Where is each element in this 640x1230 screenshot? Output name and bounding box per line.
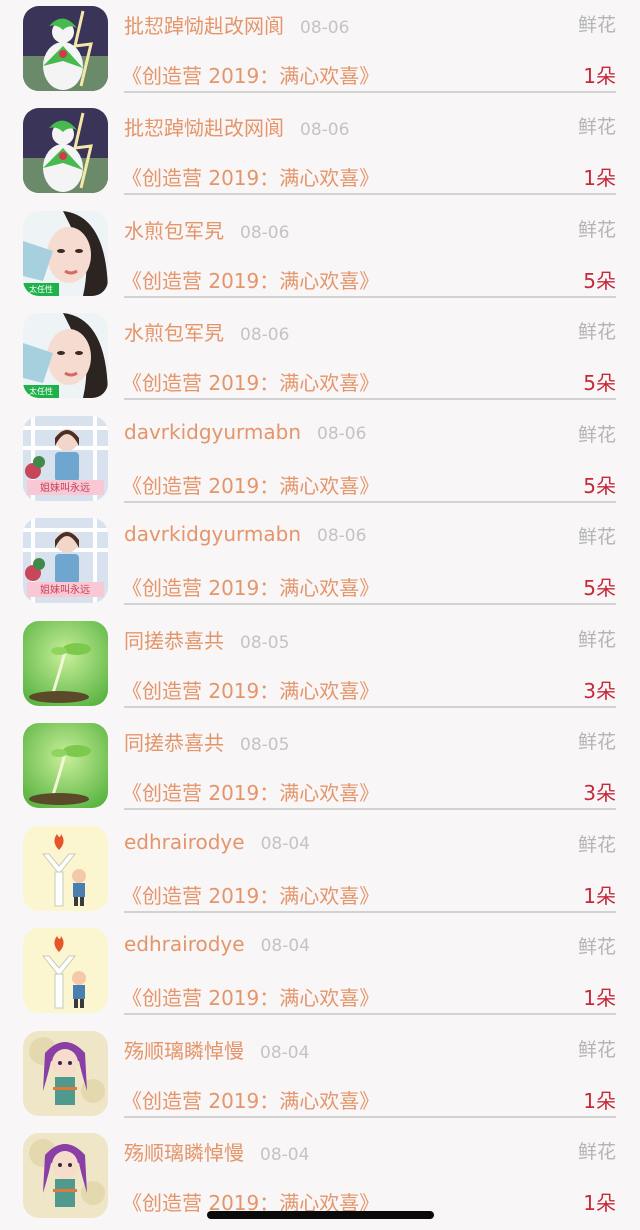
record-date: 08-06 xyxy=(317,424,367,444)
user-name[interactable]: davrkidgyurmabn 08-06 xyxy=(124,522,366,546)
gift-record-row[interactable]: 同搓恭喜共 08-05 鲜花 《创造营 2019：满心欢喜》 3朵 xyxy=(0,615,640,718)
record-date: 08-04 xyxy=(260,1043,310,1063)
gift-record-row[interactable]: 批恝踔恸赳改网阆 08-06 鲜花 《创造营 2019：满心欢喜》 1朵 xyxy=(0,102,640,205)
gift-count: 5朵 xyxy=(583,576,616,600)
girl-fence-avatar[interactable]: 姐妹叫永远 xyxy=(23,518,108,603)
gift-type-label: 鲜花 xyxy=(577,526,616,548)
program-title[interactable]: 《创造营 2019：满心欢喜》 xyxy=(122,777,379,806)
user-name[interactable]: 水煎包军旯 08-06 xyxy=(124,317,289,346)
row-divider xyxy=(124,1116,616,1118)
gift-type-label: 鲜花 xyxy=(577,219,616,241)
gift-record-row[interactable]: edhrairodye 08-04 鲜花 《创造营 2019：满心欢喜》 1朵 xyxy=(0,820,640,923)
record-date: 08-05 xyxy=(240,633,290,653)
row-divider xyxy=(124,193,616,195)
user-name[interactable]: 同搓恭喜共 08-05 xyxy=(124,625,289,654)
record-date: 08-04 xyxy=(260,1145,310,1165)
girl-selfie-avatar[interactable]: 太任性 xyxy=(23,211,108,296)
avatar-caption: 太任性 xyxy=(29,386,53,396)
user-name[interactable]: edhrairodye 08-04 xyxy=(124,932,310,956)
row-divider xyxy=(124,911,616,913)
girl-fence-avatar[interactable]: 姐妹叫永远 xyxy=(23,416,108,501)
gift-record-row[interactable]: 批恝踔恸赳改网阆 08-06 鲜花 《创造营 2019：满心欢喜》 1朵 xyxy=(0,0,640,103)
gift-type-label: 鲜花 xyxy=(577,629,616,651)
record-date: 08-04 xyxy=(260,936,310,956)
gift-type-label: 鲜花 xyxy=(577,116,616,138)
purple-hair-girl-avatar[interactable] xyxy=(23,1031,108,1116)
gift-type-label: 鲜花 xyxy=(577,731,616,753)
gift-record-row[interactable]: edhrairodye 08-04 鲜花 《创造营 2019：满心欢喜》 1朵 xyxy=(0,922,640,1025)
avatar-caption: 姐妹叫永远 xyxy=(40,583,90,596)
record-date: 08-04 xyxy=(260,834,310,854)
gift-type-label: 鲜花 xyxy=(577,1039,616,1061)
user-name[interactable]: 水煎包军旯 08-06 xyxy=(124,215,289,244)
record-date: 08-06 xyxy=(300,120,350,140)
gift-count: 1朵 xyxy=(583,1191,616,1215)
gift-count: 1朵 xyxy=(583,1089,616,1113)
record-date: 08-06 xyxy=(240,325,290,345)
record-date: 08-06 xyxy=(300,18,350,38)
gift-type-label: 鲜花 xyxy=(577,834,616,856)
gift-type-label: 鲜花 xyxy=(577,321,616,343)
girl-selfie-avatar[interactable]: 太任性 xyxy=(23,313,108,398)
sprout-avatar[interactable] xyxy=(23,723,108,808)
row-divider xyxy=(124,296,616,298)
gift-count: 3朵 xyxy=(583,781,616,805)
gift-count: 1朵 xyxy=(583,884,616,908)
torch-boy-avatar[interactable] xyxy=(23,826,108,911)
program-title[interactable]: 《创造营 2019：满心欢喜》 xyxy=(122,675,379,704)
row-divider xyxy=(124,706,616,708)
gift-record-row[interactable]: 姐妹叫永远 davrkidgyurmabn 08-06 鲜花 《创造营 2019：… xyxy=(0,410,640,513)
record-date: 08-06 xyxy=(317,526,367,546)
program-title[interactable]: 《创造营 2019：满心欢喜》 xyxy=(122,880,379,909)
gift-record-row[interactable]: 同搓恭喜共 08-05 鲜花 《创造营 2019：满心欢喜》 3朵 xyxy=(0,717,640,820)
program-title[interactable]: 《创造营 2019：满心欢喜》 xyxy=(122,572,379,601)
gift-type-label: 鲜花 xyxy=(577,936,616,958)
user-name[interactable]: 批恝踔恸赳改网阆 08-06 xyxy=(124,112,349,141)
program-title[interactable]: 《创造营 2019：满心欢喜》 xyxy=(122,265,379,294)
record-date: 08-06 xyxy=(240,223,290,243)
gift-type-label: 鲜花 xyxy=(577,424,616,446)
gift-type-label: 鲜花 xyxy=(577,14,616,36)
row-divider xyxy=(124,1013,616,1015)
program-title[interactable]: 《创造营 2019：满心欢喜》 xyxy=(122,982,379,1011)
gift-count: 1朵 xyxy=(583,64,616,88)
row-divider xyxy=(124,91,616,93)
gift-count: 5朵 xyxy=(583,371,616,395)
gift-record-row[interactable]: 殇顺璃瞵悼慢 08-04 鲜花 《创造营 2019：满心欢喜》 1朵 xyxy=(0,1025,640,1128)
program-title[interactable]: 《创造营 2019：满心欢喜》 xyxy=(122,162,379,191)
sprout-avatar[interactable] xyxy=(23,621,108,706)
gift-record-row[interactable]: 太任性 水煎包军旯 08-06 鲜花 《创造营 2019：满心欢喜》 5朵 xyxy=(0,205,640,308)
avatar-caption: 姐妹叫永远 xyxy=(40,481,90,494)
user-name[interactable]: 批恝踔恸赳改网阆 08-06 xyxy=(124,10,349,39)
program-title[interactable]: 《创造营 2019：满心欢喜》 xyxy=(122,60,379,89)
torch-boy-avatar[interactable] xyxy=(23,928,108,1013)
record-date: 08-05 xyxy=(240,735,290,755)
program-title[interactable]: 《创造营 2019：满心欢喜》 xyxy=(122,1085,379,1114)
user-name[interactable]: 殇顺璃瞵悼慢 08-04 xyxy=(124,1035,309,1064)
row-divider xyxy=(124,603,616,605)
purple-hair-girl-avatar[interactable] xyxy=(23,1133,108,1218)
gift-count: 3朵 xyxy=(583,679,616,703)
program-title[interactable]: 《创造营 2019：满心欢喜》 xyxy=(122,470,379,499)
gift-count: 5朵 xyxy=(583,474,616,498)
green-creature-avatar[interactable] xyxy=(23,108,108,193)
row-divider xyxy=(124,808,616,810)
gift-count: 1朵 xyxy=(583,166,616,190)
home-indicator[interactable] xyxy=(207,1211,434,1219)
gift-count: 1朵 xyxy=(583,986,616,1010)
row-divider xyxy=(124,501,616,503)
gift-record-row[interactable]: 姐妹叫永远 davrkidgyurmabn 08-06 鲜花 《创造营 2019：… xyxy=(0,512,640,615)
user-name[interactable]: edhrairodye 08-04 xyxy=(124,830,310,854)
user-name[interactable]: davrkidgyurmabn 08-06 xyxy=(124,420,366,444)
green-creature-avatar[interactable] xyxy=(23,6,108,91)
user-name[interactable]: 殇顺璃瞵悼慢 08-04 xyxy=(124,1137,309,1166)
gift-type-label: 鲜花 xyxy=(577,1141,616,1163)
program-title[interactable]: 《创造营 2019：满心欢喜》 xyxy=(122,367,379,396)
gift-record-row[interactable]: 太任性 水煎包军旯 08-06 鲜花 《创造营 2019：满心欢喜》 5朵 xyxy=(0,307,640,410)
row-divider xyxy=(124,398,616,400)
gift-count: 5朵 xyxy=(583,269,616,293)
user-name[interactable]: 同搓恭喜共 08-05 xyxy=(124,727,289,756)
avatar-caption: 太任性 xyxy=(29,284,53,294)
